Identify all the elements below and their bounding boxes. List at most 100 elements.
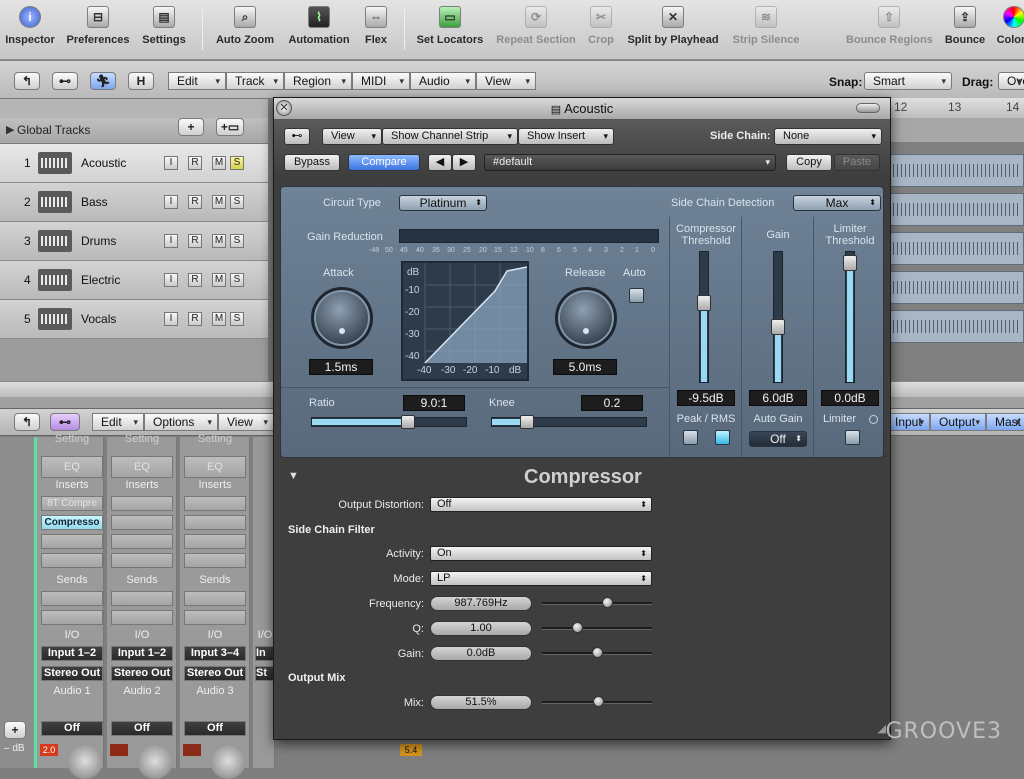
- insert-slot[interactable]: [184, 496, 246, 511]
- frequency-value[interactable]: 987.769Hz: [430, 596, 532, 611]
- automation-mode[interactable]: Off: [111, 721, 173, 736]
- attack-knob[interactable]: [311, 287, 373, 349]
- link-button[interactable]: ⊷: [50, 413, 80, 431]
- link-button[interactable]: ⊷: [284, 128, 310, 145]
- knee-handle[interactable]: [520, 415, 534, 429]
- hide-button[interactable]: H: [128, 72, 154, 90]
- show-channel-strip-menu[interactable]: Show Channel Strip: [382, 128, 518, 145]
- send-slot[interactable]: [184, 610, 246, 625]
- insert-slot[interactable]: [41, 553, 103, 568]
- ratio-slider[interactable]: [311, 417, 467, 427]
- mute-button[interactable]: M: [212, 195, 226, 209]
- gain-handle[interactable]: [771, 319, 785, 335]
- solo-button[interactable]: S: [230, 312, 244, 326]
- input-monitor-button[interactable]: I: [164, 195, 178, 209]
- q-slider[interactable]: [542, 627, 652, 630]
- track-row[interactable]: 3 Drums I R M S: [0, 222, 268, 261]
- input-slot[interactable]: Input 1–2: [111, 646, 173, 661]
- send-slot[interactable]: [184, 591, 246, 606]
- compare-button[interactable]: Compare: [348, 154, 420, 171]
- side-chain-select[interactable]: None: [774, 128, 882, 145]
- mix-slider[interactable]: [542, 701, 652, 704]
- mixer-options-menu[interactable]: Options: [144, 413, 218, 431]
- catch-button[interactable]: 🏃︎: [90, 72, 116, 90]
- compressor-threshold-value[interactable]: -9.5dB: [677, 390, 735, 406]
- mixer-input-button[interactable]: Input: [886, 413, 930, 431]
- output-slot[interactable]: St: [255, 666, 275, 681]
- send-slot[interactable]: [111, 610, 173, 625]
- link-button[interactable]: ⊷: [52, 72, 78, 90]
- track-row[interactable]: 5 Vocals I R M S: [0, 300, 268, 339]
- strip-silence-button[interactable]: ≋Strip Silence: [732, 6, 800, 46]
- record-enable-button[interactable]: R: [188, 234, 202, 248]
- limiter-threshold-value[interactable]: 0.0dB: [821, 390, 879, 406]
- input-monitor-button[interactable]: I: [164, 273, 178, 287]
- audio-menu[interactable]: Audio: [410, 72, 476, 90]
- output-slot[interactable]: Stereo Out: [111, 666, 173, 681]
- audio-region[interactable]: [888, 271, 1024, 304]
- release-knob[interactable]: [555, 287, 617, 349]
- next-preset-button[interactable]: ▶: [452, 154, 476, 171]
- mixer-edit-menu[interactable]: Edit: [92, 413, 144, 431]
- insert-slot[interactable]: [111, 496, 173, 511]
- solo-button[interactable]: S: [230, 273, 244, 287]
- insert-slot[interactable]: 8T Compre: [41, 496, 103, 511]
- circuit-type-select[interactable]: Platinum: [399, 195, 487, 211]
- insert-slot[interactable]: [41, 534, 103, 549]
- automation-mode[interactable]: Off: [41, 721, 103, 736]
- filter-gain-slider[interactable]: [542, 652, 652, 655]
- bounce-regions-button[interactable]: ⇧Bounce Regions: [846, 6, 932, 46]
- output-slot[interactable]: Stereo Out: [41, 666, 103, 681]
- add-channel-button[interactable]: +: [4, 721, 26, 739]
- filter-gain-value[interactable]: 0.0dB: [430, 646, 532, 661]
- record-enable-button[interactable]: R: [188, 312, 202, 326]
- input-monitor-button[interactable]: I: [164, 234, 178, 248]
- record-enable-button[interactable]: R: [188, 273, 202, 287]
- previous-preset-button[interactable]: ◀: [428, 154, 452, 171]
- audio-region[interactable]: [888, 154, 1024, 187]
- setting-button[interactable]: Setting: [111, 433, 173, 445]
- track-row[interactable]: 4 Electric I R M S: [0, 261, 268, 300]
- split-by-playhead-button[interactable]: ✕Split by Playhead: [626, 6, 720, 46]
- track-menu[interactable]: Track: [226, 72, 284, 90]
- send-slot[interactable]: [41, 591, 103, 606]
- frequency-slider[interactable]: [542, 602, 652, 605]
- mute-button[interactable]: M: [212, 234, 226, 248]
- ratio-handle[interactable]: [401, 415, 415, 429]
- solo-button[interactable]: S: [230, 195, 244, 209]
- mixer-view-menu[interactable]: View: [218, 413, 274, 431]
- send-slot[interactable]: [111, 591, 173, 606]
- mix-knob[interactable]: [593, 696, 604, 707]
- auto-release-checkbox[interactable]: [629, 288, 644, 303]
- insert-slot-active[interactable]: Compresso: [41, 515, 103, 530]
- pan-knob[interactable]: [137, 743, 173, 779]
- setting-button[interactable]: Setting: [184, 433, 246, 445]
- limiter-threshold-slider[interactable]: [845, 251, 855, 383]
- inspector-button[interactable]: iInspector: [2, 6, 58, 46]
- add-folder-button[interactable]: +▭: [216, 118, 244, 136]
- rms-checkbox[interactable]: [715, 430, 730, 445]
- mute-button[interactable]: M: [212, 312, 226, 326]
- drag-select[interactable]: Ove: [998, 72, 1024, 90]
- set-locators-button[interactable]: ▭Set Locators: [416, 6, 484, 46]
- edit-menu[interactable]: Edit: [168, 72, 226, 90]
- solo-button[interactable]: S: [230, 234, 244, 248]
- view-menu[interactable]: View: [476, 72, 536, 90]
- mute-button[interactable]: M: [212, 156, 226, 170]
- back-button[interactable]: ↰: [14, 413, 40, 431]
- bounce-button[interactable]: ⇪Bounce: [944, 6, 986, 46]
- solo-button[interactable]: S: [230, 156, 244, 170]
- preset-select[interactable]: #default: [484, 154, 776, 171]
- setting-button[interactable]: Setting: [41, 433, 103, 445]
- input-monitor-button[interactable]: I: [164, 312, 178, 326]
- mixer-output-button[interactable]: Output: [930, 413, 986, 431]
- plugin-title-bar[interactable]: ✕ ▤ Acoustic: [274, 98, 890, 120]
- insert-slot[interactable]: [111, 553, 173, 568]
- release-value[interactable]: 5.0ms: [553, 359, 617, 375]
- preferences-button[interactable]: ⊟Preferences: [64, 6, 132, 46]
- snap-select[interactable]: Smart: [864, 72, 952, 90]
- copy-button[interactable]: Copy: [786, 154, 832, 171]
- gain-value[interactable]: 6.0dB: [749, 390, 807, 406]
- output-slot[interactable]: Stereo Out: [184, 666, 246, 681]
- add-track-button[interactable]: +: [178, 118, 204, 136]
